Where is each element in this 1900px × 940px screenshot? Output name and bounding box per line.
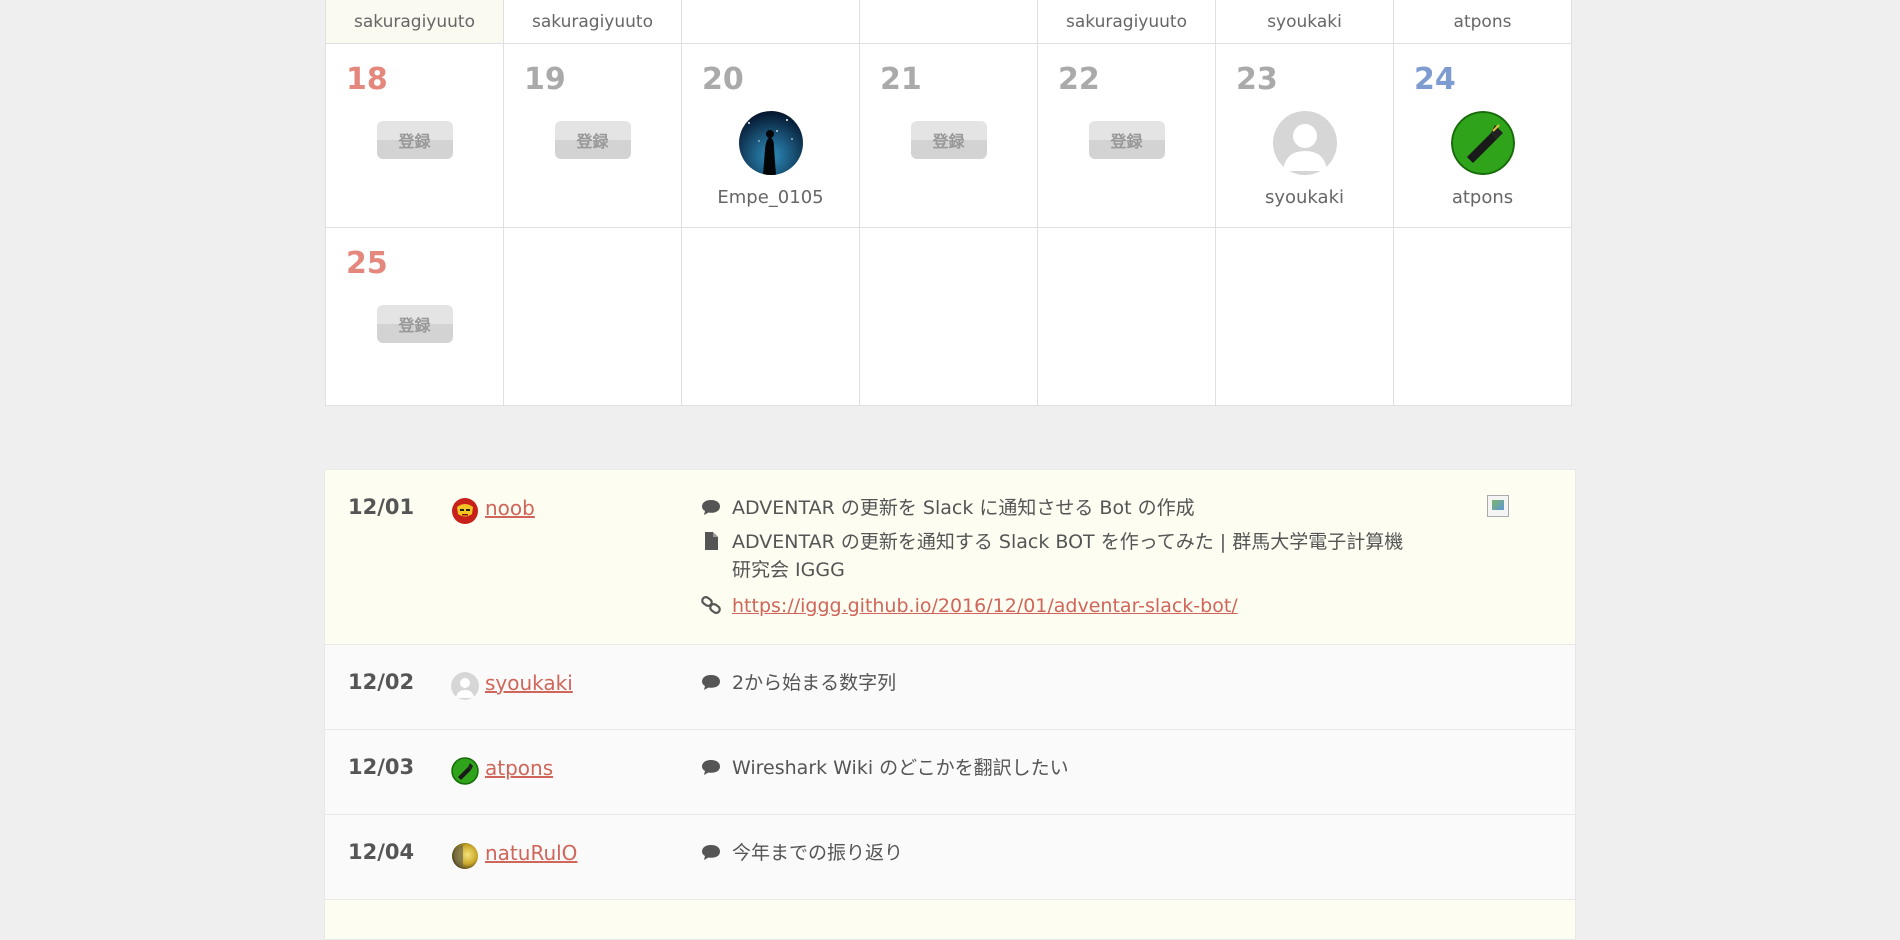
- calendar-cell: atpons: [1394, 0, 1572, 44]
- entry-comment: 2から始まる数字列: [700, 669, 1412, 697]
- register-button[interactable]: 登録: [554, 121, 631, 159]
- entry-user-link[interactable]: atpons: [485, 756, 553, 780]
- entry-list: 12/01 noob ADVENTAR の更新を Slack に通知させる Bo…: [324, 469, 1576, 940]
- avatar[interactable]: [1272, 111, 1337, 175]
- calendar-user-name[interactable]: atpons: [1454, 12, 1512, 32]
- avatar: [451, 497, 479, 525]
- calendar-day-19: 19 登録: [504, 44, 682, 228]
- calendar-cell-empty: [860, 228, 1038, 406]
- day-number: 21: [880, 62, 922, 97]
- calendar-week-4: 18 登録 19 登録 20 Empe_0105 21 登録 22 登録 23 …: [326, 44, 1576, 228]
- entry-comment: 今年までの振り返り: [700, 839, 1412, 867]
- list-item: [324, 900, 1576, 940]
- day-number: 24: [1414, 62, 1456, 97]
- calendar-user-name[interactable]: sakuragiyuuto: [354, 12, 475, 32]
- day-number: 22: [1058, 62, 1100, 97]
- register-button[interactable]: 登録: [376, 121, 453, 159]
- entry-comment: Wireshark Wiki のどこかを翻訳したい: [700, 754, 1412, 782]
- document-icon: [705, 532, 718, 550]
- avatar: [451, 842, 479, 870]
- entry-date: 12/02: [348, 670, 415, 694]
- entry-user-link[interactable]: natuRulO: [485, 841, 577, 865]
- entry-url: https://iggg.github.io/2016/12/01/advent…: [700, 592, 1238, 620]
- day-number: 23: [1236, 62, 1278, 97]
- entry-title: ADVENTAR の更新を通知する Slack BOT を作ってみた | 群馬大…: [700, 528, 1412, 584]
- calendar-cell-empty: [682, 228, 860, 406]
- calendar-day-21: 21 登録: [860, 44, 1038, 228]
- day-number: 25: [346, 246, 388, 281]
- speech-bubble-icon: [702, 845, 720, 860]
- calendar-cell: sakuragiyuuto: [1038, 0, 1216, 44]
- list-item: 12/04 natuRulO 今年までの振り返り: [324, 815, 1576, 900]
- calendar-cell-empty: [1394, 228, 1572, 406]
- calendar-week-5: 25 登録: [326, 228, 1576, 406]
- avatar[interactable]: [738, 111, 803, 175]
- entry-comment-text: 2から始まる数字列: [732, 672, 897, 694]
- calendar-cell-empty: [504, 228, 682, 406]
- calendar-cell: syoukaki: [1216, 0, 1394, 44]
- register-button[interactable]: 登録: [376, 305, 453, 343]
- calendar-day-23: 23 syoukaki: [1216, 44, 1394, 228]
- register-button[interactable]: 登録: [910, 121, 987, 159]
- calendar-user-name[interactable]: syoukaki: [1267, 12, 1342, 32]
- avatar: [451, 672, 479, 700]
- entry-date: 12/04: [348, 840, 415, 864]
- calendar-user-name[interactable]: sakuragiyuuto: [532, 12, 653, 32]
- entry-url-link[interactable]: https://iggg.github.io/2016/12/01/advent…: [732, 592, 1238, 620]
- entry-thumbnail-image[interactable]: [1487, 495, 1509, 517]
- entry-title-text: ADVENTAR の更新を通知する Slack BOT を作ってみた | 群馬大…: [732, 531, 1404, 581]
- entry-user-link[interactable]: syoukaki: [485, 671, 573, 695]
- day-number: 19: [524, 62, 566, 97]
- entry-user-link[interactable]: noob: [485, 496, 535, 520]
- entry-date: 12/03: [348, 755, 415, 779]
- avatar[interactable]: [1450, 111, 1515, 175]
- calendar-cell-empty: [1216, 228, 1394, 406]
- avatar: [451, 757, 479, 785]
- calendar-day-25: 25 登録: [326, 228, 504, 406]
- calendar-day-24: 24 atpons: [1394, 44, 1572, 228]
- entry-comment-text: ADVENTAR の更新を Slack に通知させる Bot の作成: [732, 497, 1195, 519]
- calendar-cell: [682, 0, 860, 44]
- list-item: 12/02 syoukaki 2から始まる数字列: [324, 645, 1576, 730]
- entry-date: 12/01: [348, 495, 415, 519]
- speech-bubble-icon: [702, 675, 720, 690]
- entry-comment: ADVENTAR の更新を Slack に通知させる Bot の作成: [700, 494, 1412, 522]
- calendar-user-name[interactable]: atpons: [1394, 187, 1571, 208]
- entry-comment-text: 今年までの振り返り: [732, 842, 904, 864]
- list-item: 12/01 noob ADVENTAR の更新を Slack に通知させる Bo…: [324, 469, 1576, 645]
- calendar-cell: sakuragiyuuto: [326, 0, 504, 44]
- calendar-user-name[interactable]: sakuragiyuuto: [1066, 12, 1187, 32]
- register-button[interactable]: 登録: [1088, 121, 1165, 159]
- calendar: sakuragiyuuto sakuragiyuuto sakuragiyuut…: [325, 0, 1576, 406]
- calendar-cell-empty: [1038, 228, 1216, 406]
- speech-bubble-icon: [702, 500, 720, 515]
- calendar-day-22: 22 登録: [1038, 44, 1216, 228]
- calendar-day-18: 18 登録: [326, 44, 504, 228]
- day-number: 18: [346, 62, 388, 97]
- speech-bubble-icon: [702, 760, 720, 775]
- calendar-day-20: 20 Empe_0105: [682, 44, 860, 228]
- calendar-user-name[interactable]: syoukaki: [1216, 187, 1393, 208]
- calendar-cell: sakuragiyuuto: [504, 0, 682, 44]
- day-number: 20: [702, 62, 744, 97]
- chain-link-icon: [701, 596, 721, 614]
- calendar-week-3-tail: sakuragiyuuto sakuragiyuuto sakuragiyuut…: [326, 0, 1576, 44]
- calendar-user-name[interactable]: Empe_0105: [682, 187, 859, 208]
- calendar-cell: [860, 0, 1038, 44]
- entry-comment-text: Wireshark Wiki のどこかを翻訳したい: [732, 757, 1069, 779]
- list-item: 12/03 atpons Wireshark Wiki のどこかを翻訳したい: [324, 730, 1576, 815]
